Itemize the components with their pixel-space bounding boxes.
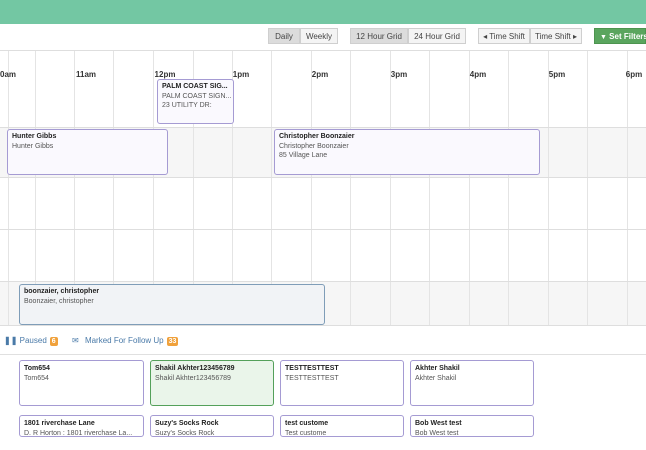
grid-line: [8, 50, 9, 325]
job-card[interactable]: test custome Test custome: [280, 415, 404, 437]
job-card-subtitle: Bob West test: [415, 430, 459, 437]
12-hour-grid-button[interactable]: 12 Hour Grid: [350, 28, 408, 44]
event-address: 23 UTILITY DR:: [162, 102, 212, 109]
set-filters-button[interactable]: ▼ Set Filters: [594, 28, 646, 44]
grid-line: [350, 50, 351, 325]
follow-up-icon: ✉: [72, 336, 79, 345]
grid-line: [429, 50, 430, 325]
job-card[interactable]: TESTTESTTEST TESTTESTTEST: [280, 360, 404, 406]
pause-icon: ❚❚: [4, 336, 18, 345]
hour-label: 6pm: [625, 70, 643, 79]
calendar-event[interactable]: PALM COAST SIG... PALM COAST SIGN... 23 …: [157, 79, 234, 124]
calendar-event[interactable]: Hunter Gibbs Hunter Gibbs: [7, 129, 168, 175]
job-card-subtitle: D. R Horton : 1801 riverchase La...: [24, 430, 133, 437]
job-card-title: Suzy's Socks Rock: [155, 420, 219, 427]
grid-line: [390, 50, 391, 325]
event-address: 85 Village Lane: [279, 152, 328, 159]
grid-line: [548, 50, 549, 325]
job-card-subtitle: TESTTESTTEST: [285, 375, 339, 382]
job-card-subtitle: Suzy's Socks Rock: [155, 430, 215, 437]
grid-line: [0, 325, 646, 326]
job-card[interactable]: Akhter Shakil Akhter Shakil: [410, 360, 534, 406]
grid-line: [0, 229, 646, 230]
hour-label: 3pm: [390, 70, 408, 79]
hour-label: 12pm: [154, 70, 176, 79]
grid-line: [627, 50, 628, 325]
event-title: boonzaier, christopher: [24, 288, 100, 295]
job-card[interactable]: Bob West test Bob West test: [410, 415, 534, 437]
job-card-subtitle: Shakil Akhter123456789: [155, 375, 231, 382]
calendar-toolbar: Daily Weekly 12 Hour Grid 24 Hour Grid ◂…: [0, 24, 646, 50]
time-shift-back-button[interactable]: ◂ Time Shift: [478, 28, 530, 44]
job-card-title: Shakil Akhter123456789: [155, 365, 235, 372]
job-card-title: Tom654: [24, 365, 50, 372]
follow-up-label: Marked For Follow Up: [84, 336, 164, 345]
event-subtitle: Boonzaier, christopher: [24, 298, 94, 305]
job-card-title: TESTTESTTEST: [285, 365, 339, 372]
grid-line: [508, 50, 509, 325]
job-card-subtitle: Tom654: [24, 375, 49, 382]
set-filters-label: Set Filters: [609, 32, 646, 41]
job-card-title: Bob West test: [415, 420, 462, 427]
job-card-title: Akhter Shakil: [415, 365, 460, 372]
hour-label: 1pm: [232, 70, 250, 79]
job-card-title: 1801 riverchase Lane: [24, 420, 95, 427]
grid-line: [0, 177, 646, 178]
calendar-event[interactable]: boonzaier, christopher Boonzaier, christ…: [19, 284, 325, 325]
hour-label: 4pm: [469, 70, 487, 79]
paused-label: Paused: [19, 336, 47, 345]
job-card[interactable]: 1801 riverchase Lane D. R Horton : 1801 …: [19, 415, 144, 437]
grid-line: [587, 50, 588, 325]
daily-view-button[interactable]: Daily: [268, 28, 300, 44]
hour-label: 2pm: [311, 70, 329, 79]
grid-line: [0, 281, 646, 282]
job-card-subtitle: Akhter Shakil: [415, 375, 457, 382]
grid-line: [469, 50, 470, 325]
paused-tab[interactable]: ❚❚ Paused 6: [4, 336, 58, 346]
event-subtitle: PALM COAST SIGN...: [162, 93, 232, 100]
job-card[interactable]: Tom654 Tom654: [19, 360, 144, 406]
job-card[interactable]: Shakil Akhter123456789 Shakil Akhter1234…: [150, 360, 274, 406]
job-card-title: test custome: [285, 420, 329, 427]
calendar-event[interactable]: Christopher Boonzaier Christopher Boonza…: [274, 129, 540, 175]
hour-label: 5pm: [548, 70, 566, 79]
event-subtitle: Hunter Gibbs: [12, 143, 54, 150]
event-title: Christopher Boonzaier: [279, 133, 355, 140]
event-title: Hunter Gibbs: [12, 133, 57, 140]
grid-line: [0, 50, 646, 51]
event-title: PALM COAST SIG...: [162, 83, 228, 90]
hour-label: 11am: [75, 70, 97, 79]
24-hour-grid-button[interactable]: 24 Hour Grid: [408, 28, 466, 44]
event-subtitle: Christopher Boonzaier: [279, 143, 349, 150]
filter-icon: ▼: [600, 34, 607, 41]
follow-up-count-badge: 33: [166, 337, 179, 346]
job-card[interactable]: Suzy's Socks Rock Suzy's Socks Rock: [150, 415, 274, 437]
hour-label: 0am: [0, 70, 17, 79]
grid-line: [0, 127, 646, 128]
paused-count-badge: 6: [49, 337, 58, 346]
app-header-bar: [0, 0, 646, 24]
follow-up-tab[interactable]: ✉ Marked For Follow Up 33: [72, 336, 179, 346]
weekly-view-button[interactable]: Weekly: [300, 28, 338, 44]
job-card-subtitle: Test custome: [285, 430, 327, 437]
time-shift-forward-button[interactable]: Time Shift ▸: [530, 28, 582, 44]
